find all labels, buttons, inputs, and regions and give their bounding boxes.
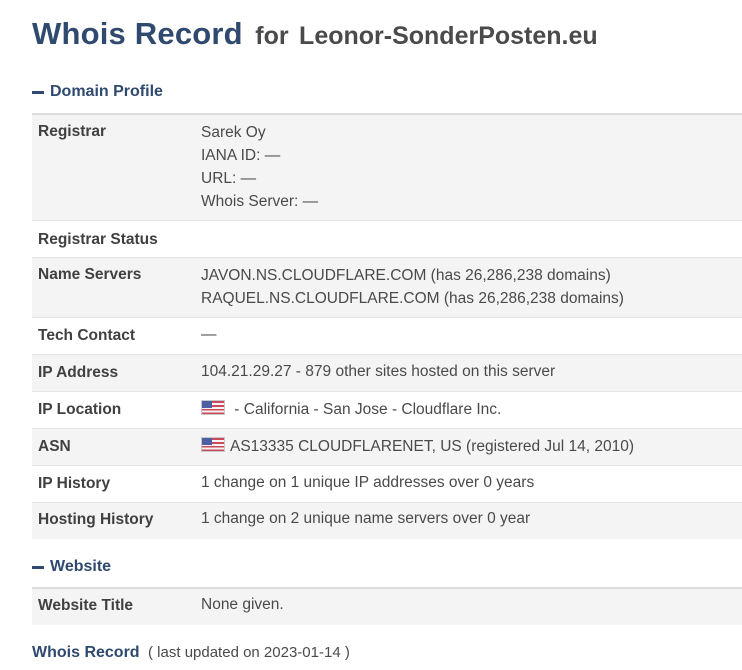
registrar-status-label: Registrar Status [38,231,158,248]
registrar-url: URL: — [201,170,257,187]
domain-profile-table: Registrar Sarek Oy IANA ID: — URL: — Who… [32,113,742,539]
footer-last-updated: ( last updated on 2023-01-14 ) [148,644,350,661]
ip-location-text: - California - San Jose - Cloudflare Inc… [230,401,502,418]
hosting-history-label: Hosting History [38,511,154,528]
hosting-history-value: 1 change on 2 unique name servers over 0… [201,510,531,527]
page-title-main: Whois Record [32,16,243,51]
page-title-for: for [255,22,289,50]
tech-contact-label: Tech Contact [38,327,136,344]
asn-row: ASN AS13335 CLOUDFLARENET, US (registere… [32,429,742,466]
website-title-value: None given. [201,596,284,613]
us-flag-icon [201,437,225,452]
ip-location-value: - California - San Jose - Cloudflare Inc… [201,392,742,428]
ip-address-label: IP Address [38,364,119,381]
name-servers-value: JAVON.NS.CLOUDFLARE.COM (has 26,286,238 … [201,258,742,317]
name-server-item: RAQUEL.NS.CLOUDFLARE.COM (has 26,286,238… [201,290,624,307]
registrar-value: Sarek Oy IANA ID: — URL: — Whois Server:… [201,115,742,220]
registrar-label: Registrar [38,123,107,140]
tech-contact-row: Tech Contact — [32,318,742,355]
domain-profile-heading: Domain Profile [50,83,163,100]
domain-profile-toggle[interactable]: Domain Profile [32,83,163,101]
footer-whois-record-link[interactable]: Whois Record [32,644,140,661]
ip-address-row: IP Address 104.21.29.27 - 879 other site… [32,355,742,392]
website-title-row: Website Title None given. [32,589,742,625]
ip-location-label: IP Location [38,401,122,418]
ip-history-value: 1 change on 1 unique IP addresses over 0… [201,474,535,491]
us-flag-icon [201,400,225,415]
footer: Whois Record ( last updated on 2023-01-1… [32,644,350,662]
registrar-row: Registrar Sarek Oy IANA ID: — URL: — Who… [32,115,742,221]
collapse-minus-icon [32,90,44,94]
page-title: Whois Record for Leonor-SonderPosten.eu [32,16,598,52]
page-title-domain: Leonor-SonderPosten.eu [299,22,598,50]
name-server-item: JAVON.NS.CLOUDFLARE.COM (has 26,286,238 … [201,267,611,284]
ip-location-row: IP Location - California - San Jose - Cl… [32,392,742,429]
asn-text: AS13335 CLOUDFLARENET, US (registered Ju… [230,438,635,455]
registrar-status-value [201,221,742,257]
website-table: Website Title None given. [32,587,742,625]
name-servers-row: Name Servers JAVON.NS.CLOUDFLARE.COM (ha… [32,258,742,318]
whois-page: Whois Record for Leonor-SonderPosten.eu … [0,0,742,670]
registrar-whois-server: Whois Server: — [201,193,319,210]
hosting-history-row: Hosting History 1 change on 2 unique nam… [32,503,742,539]
registrar-iana-id: IANA ID: — [201,147,281,164]
tech-contact-value: — [201,326,217,343]
registrar-status-row: Registrar Status [32,221,742,258]
website-title-label: Website Title [38,597,134,614]
ip-history-label: IP History [38,475,111,492]
registrar-name: Sarek Oy [201,124,266,141]
name-servers-label: Name Servers [38,266,142,283]
collapse-minus-icon [32,565,44,569]
asn-value: AS13335 CLOUDFLARENET, US (registered Ju… [201,429,742,465]
website-heading: Website [50,558,112,575]
asn-label: ASN [38,438,71,455]
ip-history-row: IP History 1 change on 1 unique IP addre… [32,466,742,503]
ip-address-value: 104.21.29.27 - 879 other sites hosted on… [201,363,556,380]
website-toggle[interactable]: Website [32,558,111,576]
